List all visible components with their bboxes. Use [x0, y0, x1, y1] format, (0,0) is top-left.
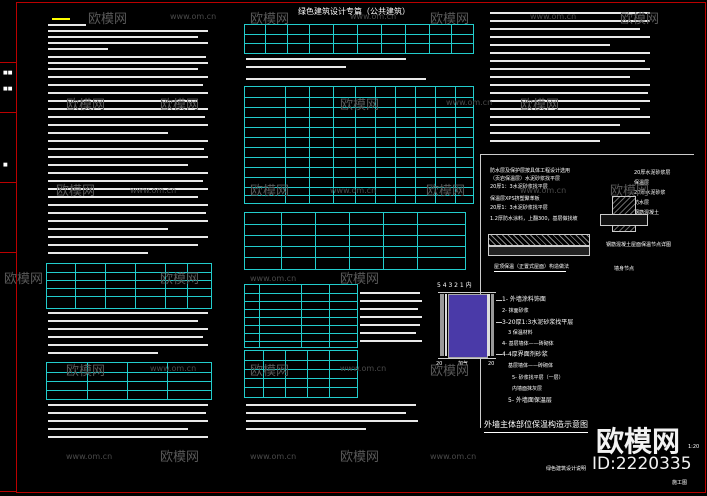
mid-table-4 [244, 284, 358, 348]
detail-divider [480, 154, 481, 428]
mid-table-3 [244, 212, 466, 270]
mid-table-1 [244, 24, 474, 54]
title-block-strip: ■■ ■■ ■ [0, 2, 17, 492]
